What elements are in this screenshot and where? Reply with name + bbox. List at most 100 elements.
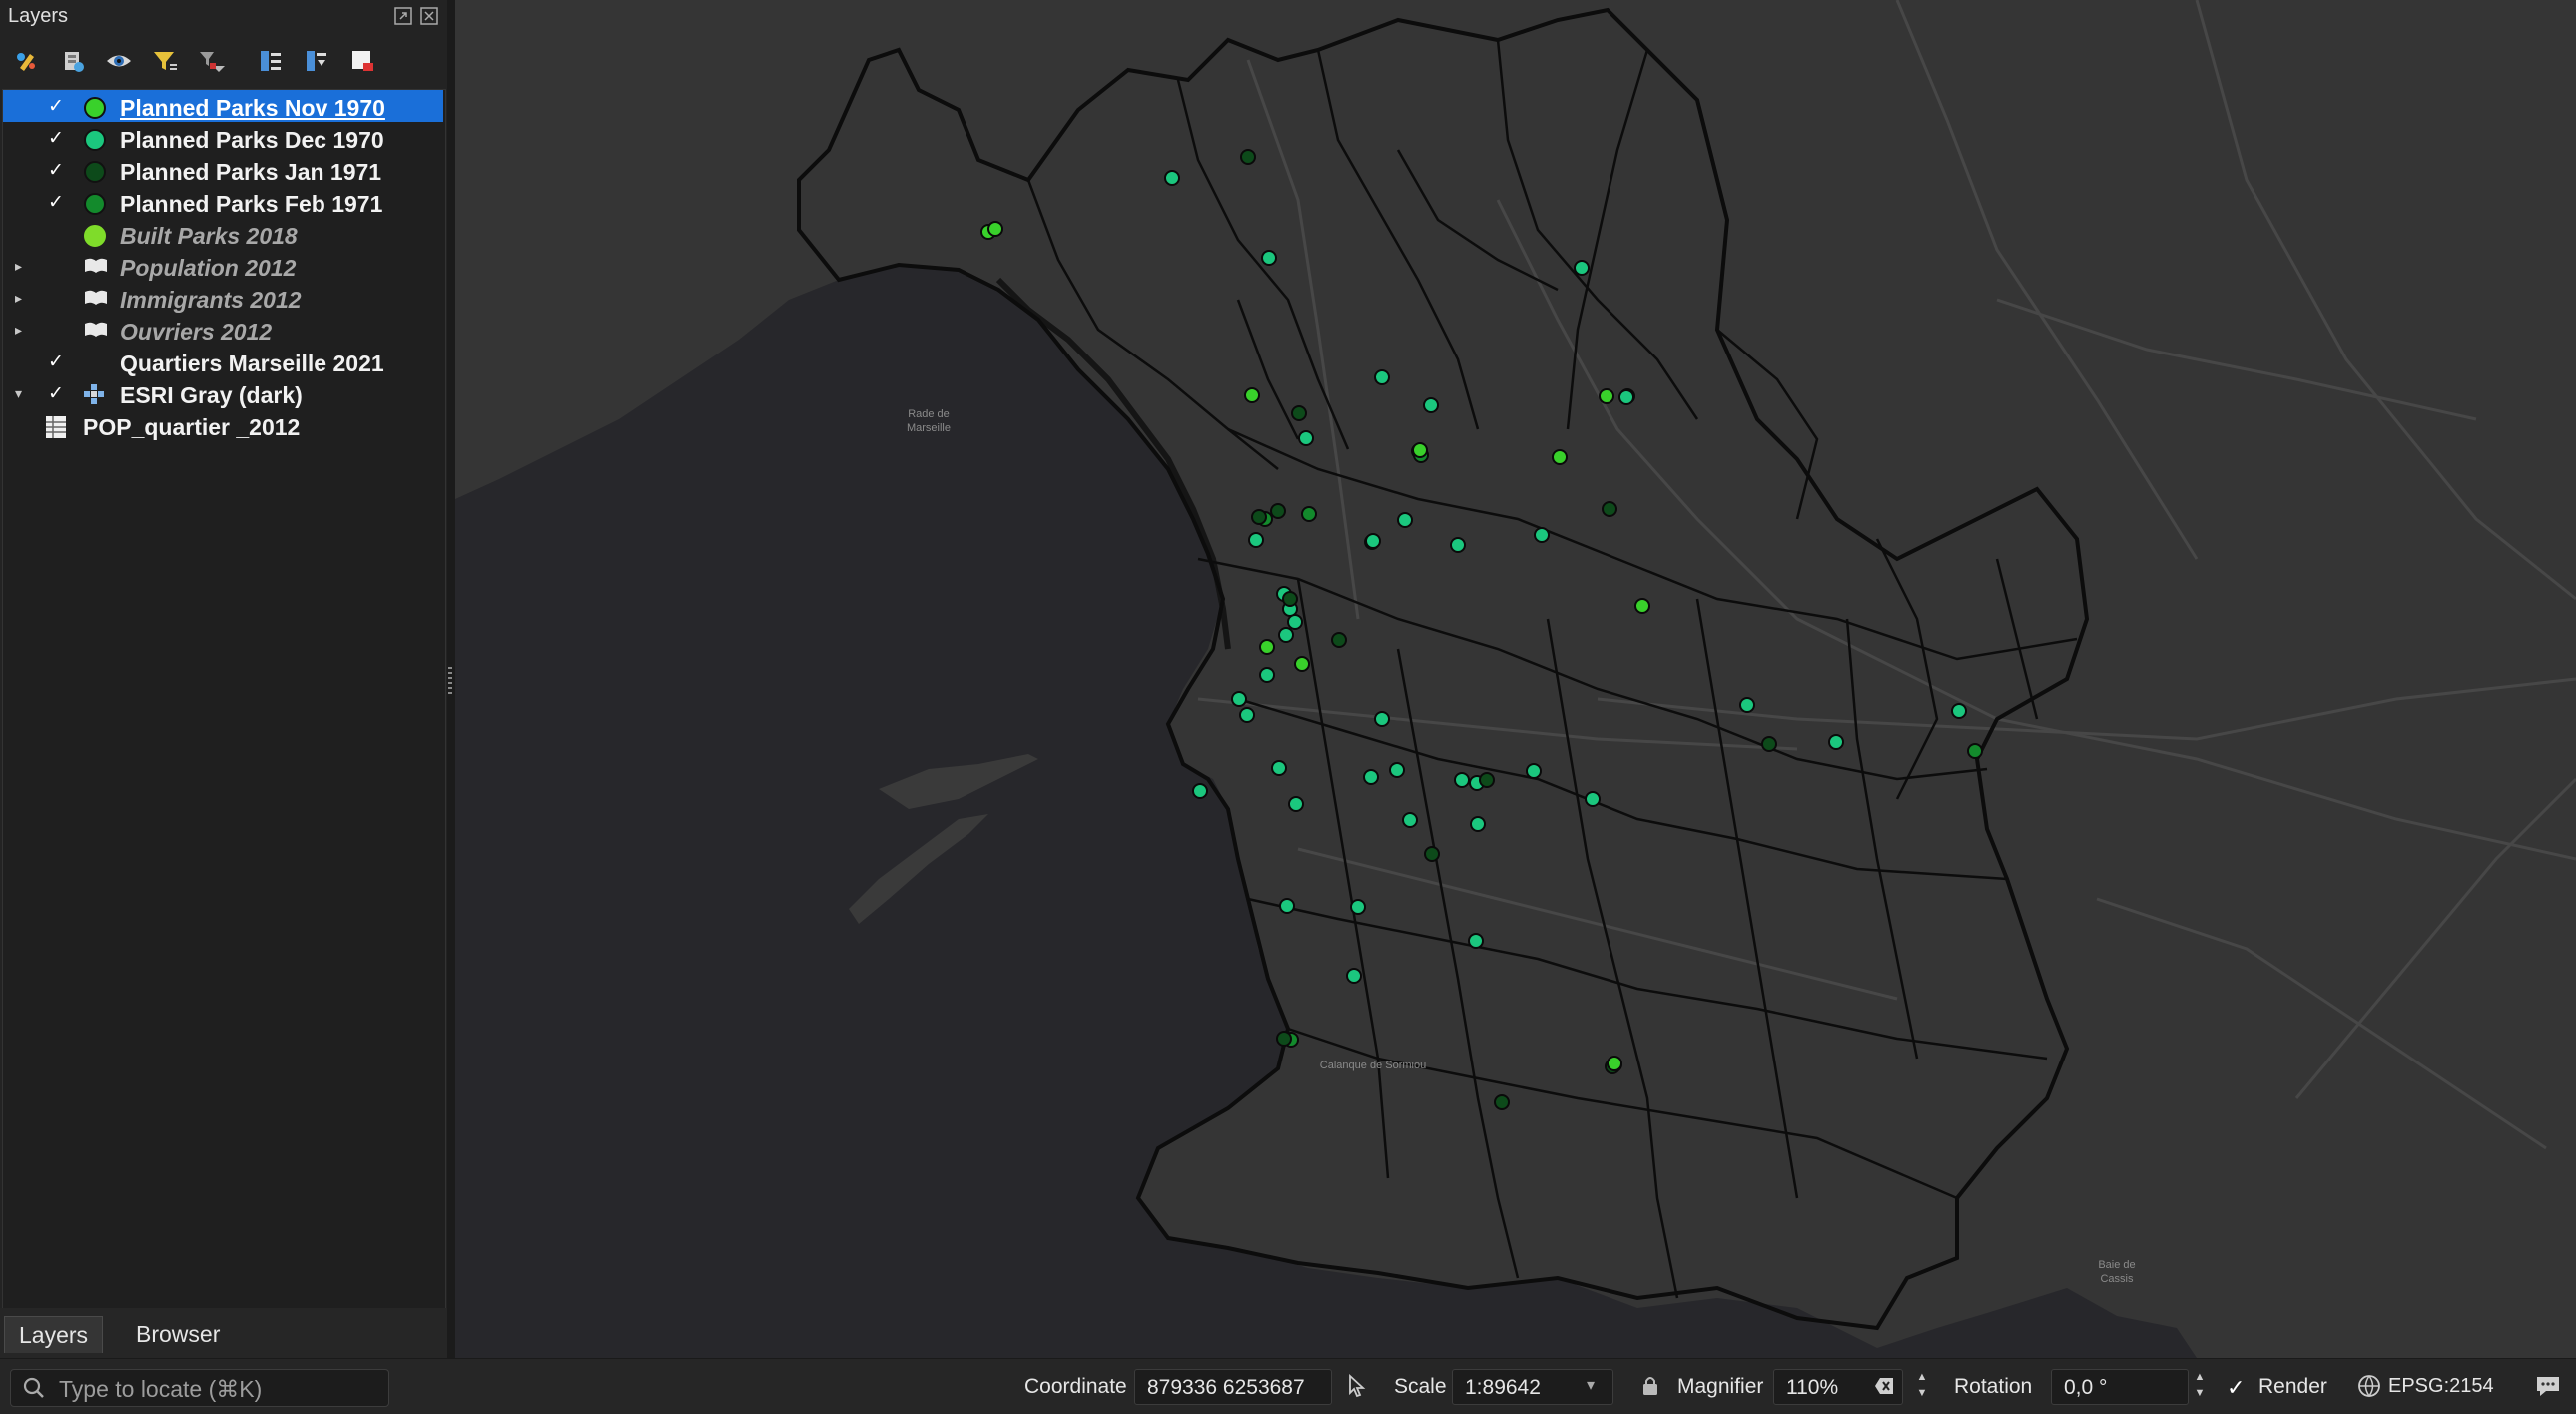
park-point-dec1970[interactable] [1574, 260, 1590, 276]
park-point-dec1970[interactable] [1374, 369, 1390, 385]
coordinate-field[interactable]: 879336 6253687 [1134, 1369, 1332, 1405]
park-point-dec1970[interactable] [1239, 707, 1255, 723]
remove-layer-icon[interactable] [347, 46, 377, 76]
park-point-nov1970[interactable] [1259, 639, 1275, 655]
layer-row-ouvriers-2012[interactable]: ▸ Ouvriers 2012 [3, 314, 443, 346]
clear-icon[interactable] [1874, 1377, 1894, 1401]
tab-layers[interactable]: Layers [4, 1316, 104, 1353]
park-point-nov1970[interactable] [1607, 1056, 1622, 1071]
layer-row-esri-gray-dark[interactable]: ▾ ✓ ESRI Gray (dark) [3, 377, 443, 409]
park-point-dec1970[interactable] [1951, 703, 1967, 719]
park-point-dec1970[interactable] [1374, 711, 1390, 727]
park-point-dec1970[interactable] [1470, 816, 1486, 832]
park-point-dec1970[interactable] [1164, 170, 1180, 186]
park-point-dec1970[interactable] [1389, 762, 1405, 778]
layer-visibility-checkbox[interactable] [47, 258, 65, 276]
park-point-nov1970[interactable] [1634, 598, 1650, 614]
mouse-pointer-icon[interactable] [1344, 1373, 1370, 1399]
park-point-dec1970[interactable] [1397, 512, 1413, 528]
layer-row-pop-quartier-2012[interactable]: POP_quartier _2012 [3, 409, 443, 441]
park-point-dec1970[interactable] [1618, 389, 1634, 405]
layer-visibility-checkbox[interactable] [47, 322, 65, 340]
park-point-jan1971[interactable] [1331, 632, 1347, 648]
park-point-jan1971[interactable] [1291, 405, 1307, 421]
park-point-jan1971[interactable] [1282, 591, 1298, 607]
collapse-all-icon[interactable] [302, 46, 331, 76]
magnifier-field[interactable]: 110% [1773, 1369, 1903, 1405]
park-point-dec1970[interactable] [1298, 430, 1314, 446]
map-canvas[interactable]: Rade de Marseille Baie de Cassis Calanqu… [455, 0, 2576, 1358]
park-point-dec1970[interactable] [1450, 537, 1466, 553]
layer-visibility-checkbox[interactable]: ✓ [47, 193, 65, 212]
park-point-dec1970[interactable] [1828, 734, 1844, 750]
splitter-grip-icon[interactable] [448, 667, 452, 697]
park-point-jan1971[interactable] [1240, 149, 1256, 165]
layer-visibility-checkbox[interactable]: ✓ [47, 129, 65, 148]
manage-themes-eye-icon[interactable] [104, 46, 134, 76]
park-point-dec1970[interactable] [1350, 899, 1366, 915]
park-point-jan1971[interactable] [1761, 736, 1777, 752]
layer-visibility-checkbox[interactable]: ✓ [47, 161, 65, 180]
layer-row-quartiers-marseille-2021[interactable]: ✓ Quartiers Marseille 2021 [3, 346, 443, 377]
render-checkbox[interactable]: ✓ [2227, 1375, 2245, 1401]
expand-arrow-icon[interactable]: ▸ [15, 291, 27, 305]
park-point-jan1971[interactable] [1251, 509, 1267, 525]
park-point-dec1970[interactable] [1248, 532, 1264, 548]
park-point-jan1971[interactable] [1424, 846, 1440, 862]
lock-icon[interactable] [1637, 1373, 1663, 1399]
park-point-dec1970[interactable] [1365, 533, 1381, 549]
park-point-dec1970[interactable] [1534, 527, 1550, 543]
park-point-dec1970[interactable] [1585, 791, 1601, 807]
park-point-nov1970[interactable] [1294, 656, 1310, 672]
scale-combobox[interactable]: 1:89642 ▾ [1452, 1369, 1613, 1405]
style-panel-icon[interactable] [12, 46, 42, 76]
park-point-jan1971[interactable] [1479, 772, 1495, 788]
layer-visibility-checkbox[interactable]: ✓ [47, 353, 65, 371]
float-window-icon[interactable] [393, 6, 413, 26]
park-point-jan1971[interactable] [1276, 1031, 1292, 1047]
layer-row-built-parks-2018[interactable]: Built Parks 2018 [3, 218, 443, 250]
magnifier-stepper-icon[interactable]: ▲ ▼ [1913, 1369, 1931, 1403]
layer-visibility-checkbox[interactable] [47, 226, 65, 244]
park-point-jan1971[interactable] [1602, 501, 1617, 517]
park-point-nov1970[interactable] [1599, 388, 1614, 404]
collapse-arrow-icon[interactable]: ▾ [15, 386, 27, 400]
park-point-dec1970[interactable] [1271, 760, 1287, 776]
rotation-field[interactable]: 0,0 ° [2051, 1369, 2189, 1405]
park-point-dec1970[interactable] [1402, 812, 1418, 828]
park-point-dec1970[interactable] [1278, 627, 1294, 643]
park-point-dec1970[interactable] [1346, 968, 1362, 984]
expand-all-icon[interactable] [256, 46, 286, 76]
park-point-dec1970[interactable] [1287, 614, 1303, 630]
layer-row-immigrants-2012[interactable]: ▸ Immigrants 2012 [3, 282, 443, 314]
park-point-dec1970[interactable] [1468, 933, 1484, 949]
park-point-nov1970[interactable] [1412, 442, 1428, 458]
messages-icon[interactable] [2534, 1373, 2560, 1399]
layer-row-planned-parks-dec-1970[interactable]: ✓ Planned Parks Dec 1970 [3, 122, 443, 154]
expand-arrow-icon[interactable]: ▸ [15, 259, 27, 273]
park-point-jan1971[interactable] [1494, 1094, 1510, 1110]
filter-legend-icon[interactable] [150, 46, 180, 76]
park-point-dec1970[interactable] [1259, 667, 1275, 683]
layer-visibility-checkbox[interactable] [47, 290, 65, 308]
crs-label[interactable]: EPSG:2154 [2388, 1375, 2494, 1398]
chevron-down-icon[interactable]: ▾ [1587, 1375, 1595, 1395]
layer-row-planned-parks-jan-1971[interactable]: ✓ Planned Parks Jan 1971 [3, 154, 443, 186]
layer-row-population-2012[interactable]: ▸ Population 2012 [3, 250, 443, 282]
park-point-dec1970[interactable] [1288, 796, 1304, 812]
layer-row-planned-parks-feb-1971[interactable]: ✓ Planned Parks Feb 1971 [3, 186, 443, 218]
park-point-nov1970[interactable] [1552, 449, 1568, 465]
park-point-dec1970[interactable] [1423, 397, 1439, 413]
add-group-icon[interactable] [58, 46, 88, 76]
tab-browser[interactable]: Browser [122, 1316, 234, 1352]
park-point-nov1970[interactable] [1244, 387, 1260, 403]
expand-arrow-icon[interactable]: ▸ [15, 323, 27, 337]
layer-visibility-checkbox[interactable]: ✓ [47, 384, 65, 403]
locate-input[interactable] [57, 1374, 380, 1404]
close-icon[interactable] [419, 6, 439, 26]
park-point-dec1970[interactable] [1454, 772, 1470, 788]
layer-visibility-checkbox[interactable]: ✓ [47, 97, 65, 116]
park-point-dec1970[interactable] [1526, 763, 1542, 779]
layer-row-planned-parks-nov-1970[interactable]: ✓ Planned Parks Nov 1970 [3, 90, 443, 122]
park-point-nov1970[interactable] [987, 221, 1003, 237]
